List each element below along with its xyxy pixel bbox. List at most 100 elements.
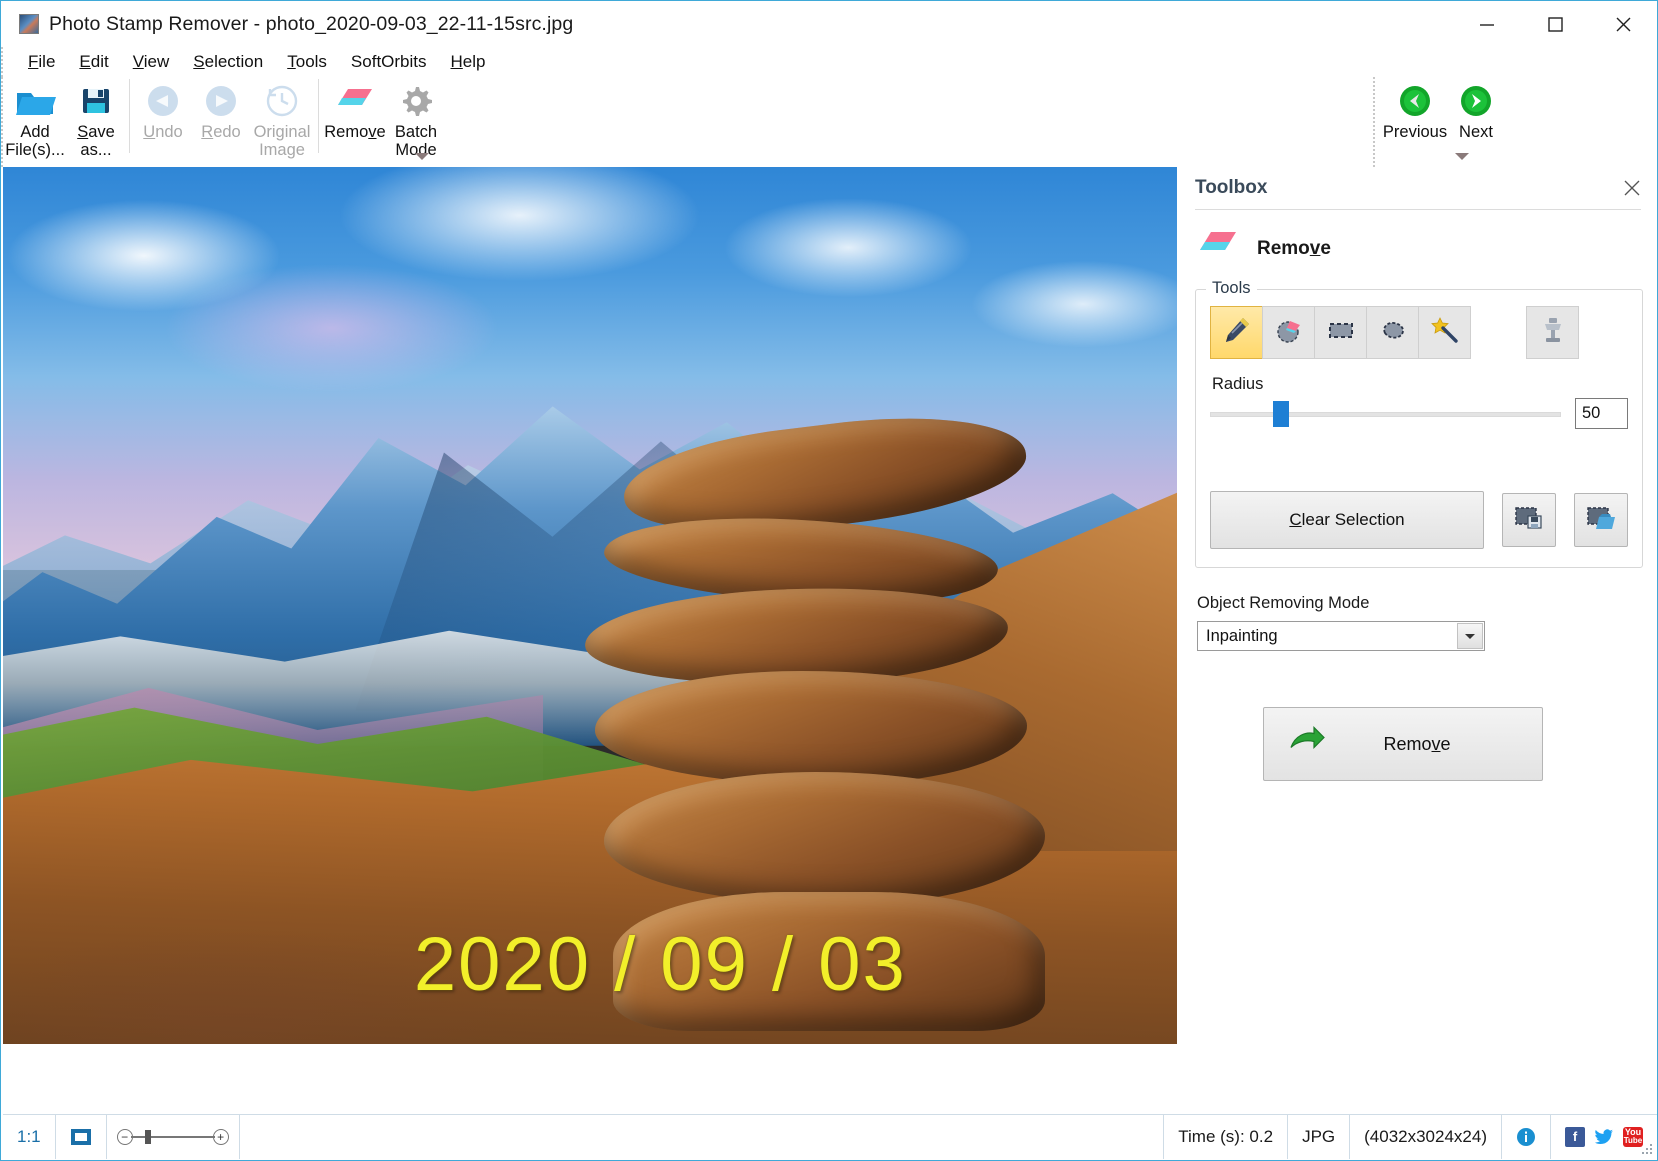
object-removing-mode-section: Object Removing Mode Inpainting Remove <box>1179 568 1657 781</box>
zoom-in-icon[interactable]: + <box>213 1129 229 1145</box>
undo-arrow-icon <box>145 81 181 121</box>
minimize-button[interactable] <box>1453 1 1521 47</box>
clock-history-icon <box>264 81 300 121</box>
radius-row: 50 <box>1210 398 1628 429</box>
object-removing-mode-select[interactable]: Inpainting <box>1197 621 1485 651</box>
save-selection-button[interactable] <box>1502 493 1556 547</box>
tool-eraser-circle[interactable] <box>1262 306 1315 359</box>
eraser-icon <box>1197 228 1239 269</box>
processing-time-label: Time (s): 0.2 <box>1164 1115 1288 1159</box>
menu-bar: FFileile Edit View Selection Tools SoftO… <box>1 47 1657 77</box>
zoom-slider-thumb[interactable] <box>145 1130 151 1144</box>
zoom-slider-track <box>131 1136 215 1138</box>
tool-clone-stamp[interactable] <box>1526 306 1579 359</box>
tool-rectangle-select[interactable] <box>1314 306 1367 359</box>
photo-content: 2020 / 09 / 03 <box>3 167 1177 1044</box>
toolbar-group-actions: Remove BatchMode <box>323 77 445 165</box>
resize-grip[interactable] <box>1641 1142 1653 1154</box>
undo-button[interactable]: Undo <box>134 77 192 163</box>
menu-item-file[interactable]: FFileile <box>17 50 66 75</box>
floppy-disk-icon <box>79 81 113 121</box>
twitter-icon[interactable] <box>1594 1127 1614 1147</box>
tool-magic-wand[interactable] <box>1418 306 1471 359</box>
status-bar-spacer <box>240 1115 1165 1159</box>
zoom-slider-cell[interactable]: − + <box>107 1115 240 1159</box>
image-canvas[interactable]: 2020 / 09 / 03 <box>3 167 1177 1044</box>
lasso-icon <box>1378 315 1408 350</box>
redo-button[interactable]: Redo <box>192 77 250 163</box>
next-image-label: Next <box>1459 123 1493 141</box>
info-button[interactable] <box>1502 1115 1551 1159</box>
zoom-ratio-label[interactable]: 1:1 <box>3 1115 56 1159</box>
window-title: Photo Stamp Remover - photo_2020-09-03_2… <box>49 13 573 36</box>
menu-item-view[interactable]: View <box>122 50 181 75</box>
previous-image-label: Previous <box>1383 123 1447 141</box>
next-image-button[interactable]: Next <box>1447 77 1505 163</box>
green-arrow-icon <box>1288 726 1326 763</box>
tool-lasso-select[interactable] <box>1366 306 1419 359</box>
save-selection-icon <box>1514 505 1544 536</box>
add-files-label: AddFile(s)... <box>5 123 65 160</box>
toolbar-expander-right[interactable] <box>1455 153 1469 160</box>
previous-image-button[interactable]: Previous <box>1383 77 1447 163</box>
toolbox-title: Toolbox <box>1195 177 1267 199</box>
rock-5 <box>604 772 1045 905</box>
app-photo-icon <box>19 14 39 34</box>
radius-label: Radius <box>1212 375 1628 394</box>
radius-input[interactable]: 50 <box>1575 398 1628 429</box>
save-as-label: Saveas... <box>77 123 115 160</box>
toolbar-group-history: Undo Redo OriginalImage <box>134 77 314 165</box>
rock-4 <box>595 671 1027 785</box>
redo-label: Redo <box>201 123 240 141</box>
date-stamp-overlay: 2020 / 09 / 03 <box>414 921 1142 1008</box>
add-files-button[interactable]: AddFile(s)... <box>3 77 67 163</box>
load-selection-button[interactable] <box>1574 493 1628 547</box>
menu-item-selection[interactable]: Selection <box>182 50 274 75</box>
close-button[interactable] <box>1589 1 1657 47</box>
file-format-label: JPG <box>1288 1115 1350 1159</box>
undo-label: Undo <box>143 123 182 141</box>
save-as-button[interactable]: Saveas... <box>67 77 125 163</box>
tool-pencil[interactable] <box>1210 306 1263 359</box>
toolbox-panel: Toolbox Remove Tools <box>1179 167 1657 1044</box>
menu-item-tools[interactable]: Tools <box>276 50 338 75</box>
youtube-icon[interactable]: YouTube <box>1623 1127 1643 1147</box>
tools-groupbox: Tools <box>1195 289 1643 568</box>
gear-icon <box>399 81 433 121</box>
batch-mode-button[interactable]: BatchMode <box>387 77 445 163</box>
toolbox-mode-header: Remove <box>1179 210 1657 285</box>
tools-row <box>1210 306 1628 359</box>
maximize-button[interactable] <box>1521 1 1589 47</box>
toolbar-separator-2 <box>318 79 319 153</box>
remove-tool-button[interactable]: Remove <box>323 77 387 163</box>
toolbox-close-icon[interactable] <box>1621 177 1643 199</box>
eraser-circle-icon <box>1274 315 1304 350</box>
menu-item-help[interactable]: Help <box>440 50 497 75</box>
toolbar-separator-1 <box>129 79 130 153</box>
menu-item-softorbits[interactable]: SoftOrbits <box>340 50 438 75</box>
arrow-right-circle-icon <box>1458 81 1494 121</box>
radius-slider-track <box>1210 412 1561 417</box>
title-bar: Photo Stamp Remover - photo_2020-09-03_2… <box>1 1 1657 47</box>
arrow-left-circle-icon <box>1397 81 1433 121</box>
selection-actions-row: Clear Selection <box>1210 491 1628 549</box>
menu-item-edit[interactable]: Edit <box>68 50 119 75</box>
remove-action-button[interactable]: Remove <box>1263 707 1543 781</box>
load-selection-icon <box>1586 505 1616 536</box>
fit-to-window-button[interactable] <box>56 1115 107 1159</box>
chevron-down-icon[interactable] <box>1457 623 1483 649</box>
toolbar-expander-left[interactable] <box>415 153 429 160</box>
radius-slider[interactable] <box>1210 401 1561 427</box>
object-removing-mode-value: Inpainting <box>1206 627 1278 646</box>
image-dimensions-label: (4032x3024x24) <box>1350 1115 1502 1159</box>
pencil-icon <box>1222 315 1252 350</box>
eraser-icon <box>335 81 375 121</box>
radius-slider-thumb[interactable] <box>1273 401 1289 427</box>
facebook-icon[interactable]: f <box>1565 1127 1585 1147</box>
toolbox-mode-name: Remove <box>1257 238 1331 260</box>
tools-group-label: Tools <box>1206 279 1257 298</box>
original-image-button[interactable]: OriginalImage <box>250 77 314 163</box>
magic-wand-icon <box>1430 315 1460 350</box>
clear-selection-button[interactable]: Clear Selection <box>1210 491 1484 549</box>
zoom-slider[interactable]: − + <box>121 1127 225 1147</box>
